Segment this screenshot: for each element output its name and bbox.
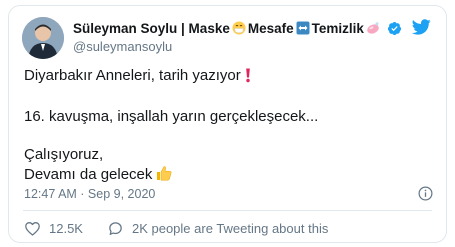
avatar[interactable]: [22, 17, 64, 59]
face-with-medical-mask-icon: [232, 21, 246, 35]
tweeting-about-link[interactable]: 2K people are Tweeting about this: [107, 220, 328, 237]
like-count: 12.5K: [49, 220, 83, 236]
left-right-arrow-icon: [296, 21, 310, 35]
tweet-line-4-text: Devamı da gelecek: [24, 166, 153, 183]
like-button[interactable]: 12.5K: [24, 220, 83, 237]
author-name[interactable]: Süleyman Soylu | Maske: [73, 21, 230, 36]
soap-icon: [366, 21, 380, 35]
tweeting-about-text: 2K people are Tweeting about this: [131, 220, 329, 236]
tweet-line-3: Çalışıyoruz,: [24, 146, 104, 163]
red-exclamation-icon: [244, 67, 252, 88]
author-name-part3[interactable]: Temizlik: [312, 21, 364, 36]
tweet-line-4: Devamı da gelecek: [24, 164, 434, 187]
twitter-bird-icon[interactable]: [410, 17, 432, 37]
author-handle[interactable]: @suleymansoylu: [73, 39, 172, 54]
tweet-actions: 12.5K 2K people are Tweeting about this: [24, 219, 328, 237]
heart-icon: [25, 221, 40, 236]
author-name-row[interactable]: Süleyman Soylu | Maske Mesafe Temizlik: [73, 19, 402, 37]
info-icon[interactable]: [418, 186, 433, 201]
verified-badge-icon: [387, 21, 402, 36]
author-name-part2[interactable]: Mesafe: [248, 21, 294, 36]
tweet-timestamp[interactable]: 12:47 AM · Sep 9, 2020: [24, 187, 155, 201]
tweet-body: Diyarbakır Anneleri, tarih yazıyor 16. k…: [24, 66, 434, 187]
speech-bubble-icon: [109, 221, 122, 235]
thumbs-up-icon: [155, 164, 173, 187]
tweet-line-1-text: Diyarbakır Anneleri, tarih yazıyor: [24, 67, 241, 84]
tweet-line-1: Diyarbakır Anneleri, tarih yazıyor: [24, 66, 434, 88]
tweet-card[interactable]: Süleyman Soylu | Maske Mesafe Temizlik @…: [8, 5, 447, 243]
tweet-line-2: 16. kavuşma, inşallah yarın gerçekleşece…: [24, 108, 319, 125]
divider: [23, 210, 432, 211]
